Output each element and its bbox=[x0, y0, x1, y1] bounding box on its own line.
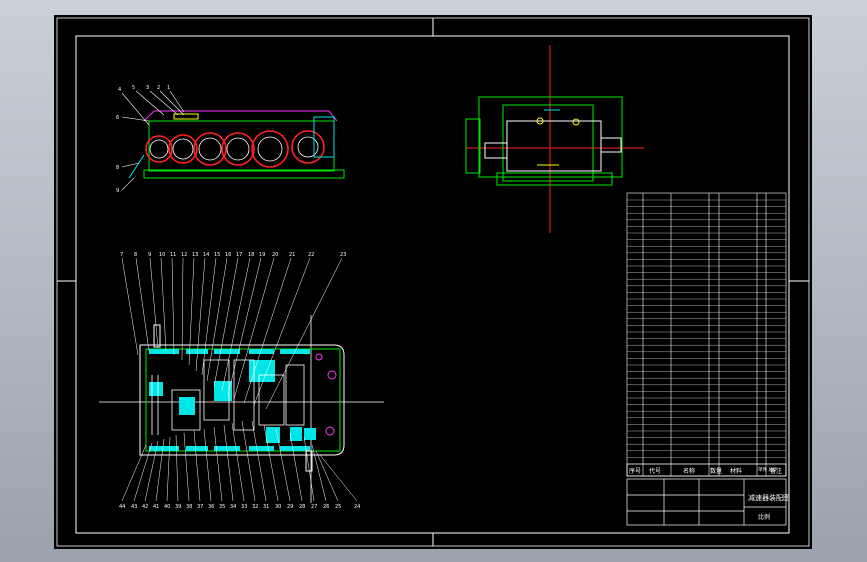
leader-label: 16 bbox=[225, 252, 231, 258]
plan-view bbox=[99, 315, 384, 503]
cad-viewport[interactable]: 45321689 7 8 9 10 11 12 13 14 15 16 17 18 19 20 21 22 23… bbox=[0, 0, 867, 562]
leader-label: 40 bbox=[164, 504, 170, 510]
leader-label: 22 bbox=[308, 252, 314, 258]
leader-label: 7 bbox=[120, 252, 123, 258]
leader-label: 18 bbox=[248, 252, 254, 258]
leader-label: 36 bbox=[208, 504, 214, 510]
side-view bbox=[465, 45, 644, 233]
leader-label: 23 bbox=[340, 252, 346, 258]
plan-view-bottom-labels: 44 43 42 41 40 39 38 37 36 35 34 33 32 31 30 29 28 27 26 25… bbox=[119, 504, 360, 510]
header-qty: 数量 bbox=[710, 467, 722, 475]
leader-label: 12 bbox=[181, 252, 187, 258]
leader-label: 13 bbox=[192, 252, 198, 258]
leader-label: 32 bbox=[252, 504, 258, 510]
drawing-title: 减速器装配图 bbox=[748, 493, 790, 502]
leader-label: 39 bbox=[175, 504, 181, 510]
parts-list-table bbox=[626, 192, 787, 477]
leader-label: 37 bbox=[197, 504, 203, 510]
leader-label: 31 bbox=[263, 504, 269, 510]
header-code: 代号 bbox=[649, 467, 661, 475]
leader-label: 15 bbox=[214, 252, 220, 258]
leader-label: 30 bbox=[275, 504, 281, 510]
header-name: 名称 bbox=[683, 467, 695, 475]
parts-table-header: 序号 代号 名称 数量 材料 单件 总计 备注 bbox=[626, 463, 787, 477]
leader-label: 6 bbox=[116, 115, 119, 121]
leader-label: 8 bbox=[116, 165, 119, 171]
leader-label: 21 bbox=[289, 252, 295, 258]
sheet-note: 比例 bbox=[758, 513, 770, 521]
leader-label: 27 bbox=[311, 504, 317, 510]
leader-label: 17 bbox=[236, 252, 242, 258]
leader-label: 4 bbox=[118, 87, 121, 93]
leader-label: 9 bbox=[148, 252, 151, 258]
header-material: 材料 bbox=[730, 467, 742, 475]
leader-label: 35 bbox=[219, 504, 225, 510]
leader-label: 29 bbox=[287, 504, 293, 510]
leader-label: 8 bbox=[134, 252, 137, 258]
leader-label: 14 bbox=[203, 252, 209, 258]
leader-label: 44 bbox=[119, 504, 125, 510]
leader-label: 41 bbox=[153, 504, 159, 510]
leader-label: 43 bbox=[131, 504, 137, 510]
leader-label: 28 bbox=[299, 504, 305, 510]
leader-label: 11 bbox=[170, 252, 176, 258]
centering-marks bbox=[57, 18, 809, 546]
plan-view-bottom-leaders bbox=[121, 420, 358, 502]
header-no: 序号 bbox=[629, 467, 641, 475]
leader-label: 9 bbox=[116, 188, 119, 194]
front-view bbox=[128, 110, 345, 179]
leader-label: 42 bbox=[142, 504, 148, 510]
leader-label: 33 bbox=[241, 504, 247, 510]
leader-label: 20 bbox=[272, 252, 278, 258]
header-remark: 备注 bbox=[770, 467, 782, 475]
outer-sheet-border bbox=[56, 17, 810, 547]
leader-label: 38 bbox=[186, 504, 192, 510]
drawing-canvas[interactable]: 45321689 7 8 9 10 11 12 13 14 15 16 17 18 19 20 21 22 23… bbox=[54, 15, 812, 549]
leader-label: 1 bbox=[167, 85, 170, 91]
assembly-drawing: 4 5 3 2 1689 7 8 9 10 11 12 13 14 15 16 17 18 19 20 21 22 23… bbox=[56, 17, 810, 547]
leader-label: 24 bbox=[354, 504, 360, 510]
leader-label: 25 bbox=[335, 504, 341, 510]
plan-view-top-labels: 7 8 9 10 11 12 13 14 15 16 17 18 19 20 21 22 23 bbox=[120, 252, 346, 258]
leader-label: 26 bbox=[323, 504, 329, 510]
leader-label: 3 bbox=[146, 85, 149, 91]
leader-label: 19 bbox=[259, 252, 265, 258]
leader-label: 2 bbox=[157, 85, 160, 91]
leader-label: 10 bbox=[159, 252, 165, 258]
leader-label: 5 bbox=[132, 85, 135, 91]
leader-label: 34 bbox=[230, 504, 236, 510]
